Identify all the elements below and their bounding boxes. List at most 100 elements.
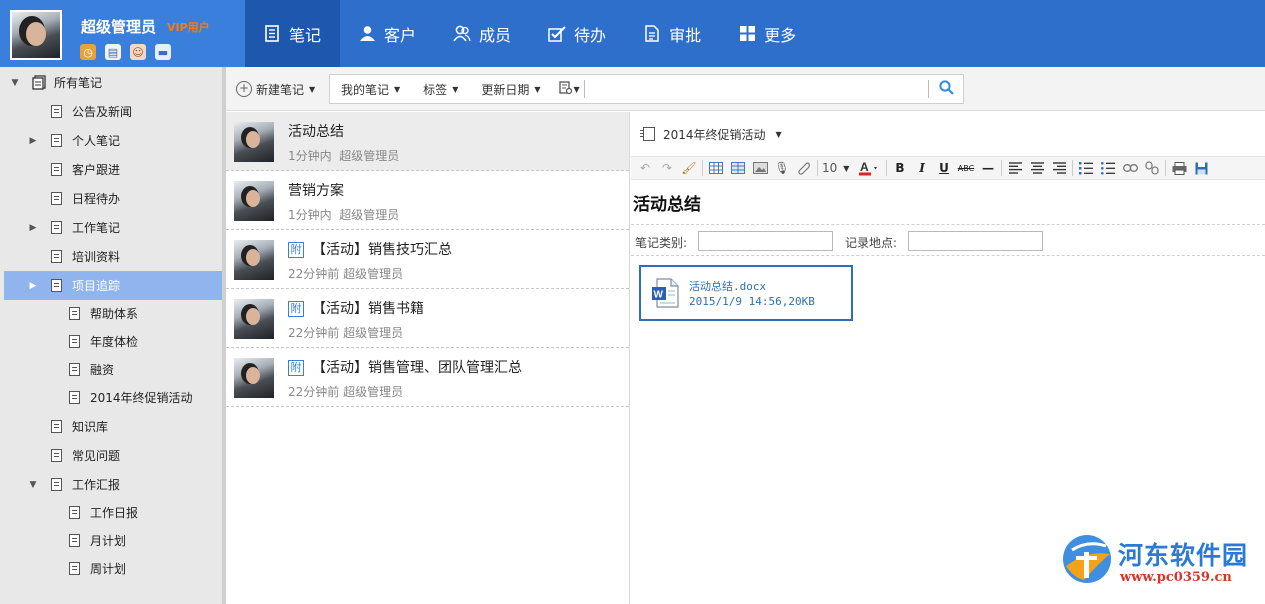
chevron-down-icon: ▼ <box>452 84 459 94</box>
font-size-select[interactable]: 10 ▼ <box>820 158 854 178</box>
todo-check-icon <box>548 25 566 43</box>
align-left-icon[interactable] <box>1004 158 1026 178</box>
expand-arrow-icon[interactable]: ▶ <box>28 281 38 291</box>
note-time: 22分钟前 <box>288 267 340 281</box>
tree-item-schedule[interactable]: 日程待办 <box>4 184 222 213</box>
tree-item-work-reports[interactable]: ▼ 工作汇报 <box>4 470 222 499</box>
new-note-button[interactable]: + 新建笔记 ▼ <box>236 79 315 99</box>
tab-customers[interactable]: 客户 <box>340 0 435 67</box>
notebook-selector[interactable]: 2014年终促销活动 ▼ <box>640 125 782 143</box>
note-title: 【活动】销售技巧汇总 <box>312 242 452 258</box>
new-note-label: 新建笔记 <box>256 82 305 97</box>
note-icon <box>69 307 80 320</box>
tree-item-announcements[interactable]: 公告及新闻 <box>4 97 222 126</box>
tree-item-monthly-plan[interactable]: 月计划 <box>4 526 222 555</box>
my-notes-dropdown[interactable]: 我的笔记 ▼ <box>330 75 412 103</box>
attachment-card[interactable]: W 活动总结.docx 2015/1/9 14:56,20KB <box>639 265 853 321</box>
category-label: 笔记类别: <box>635 236 688 250</box>
tree-label: 年度体检 <box>90 335 139 349</box>
notebook-icon <box>640 127 655 141</box>
tree-item-financing[interactable]: 融资 <box>4 355 222 384</box>
horizontal-rule-icon[interactable]: — <box>977 158 999 178</box>
tree-root-all-notes[interactable]: ▼ 所有笔记 <box>4 68 222 97</box>
insert-table-icon[interactable] <box>705 158 727 178</box>
tab-more[interactable]: 更多 <box>720 0 815 67</box>
expand-arrow-icon[interactable]: ▶ <box>28 223 38 233</box>
tree-item-help-system[interactable]: 帮助体系 <box>4 299 222 328</box>
bullet-list-icon[interactable] <box>1097 158 1119 178</box>
tree-item-annual-checkup[interactable]: 年度体检 <box>4 327 222 356</box>
unlink-icon[interactable] <box>1141 158 1163 178</box>
tab-members[interactable]: 成员 <box>435 0 530 67</box>
alarm-clock-icon[interactable]: ◷ <box>80 44 96 60</box>
user-avatar[interactable] <box>10 10 62 60</box>
tree-label: 帮助体系 <box>90 307 139 321</box>
location-field[interactable] <box>908 231 1043 251</box>
note-list-item[interactable]: 营销方案 1分钟内 超级管理员 <box>226 171 629 230</box>
strikethrough-icon[interactable]: ABC <box>955 158 977 178</box>
search-scope-icon <box>558 80 573 98</box>
watermark-url: www.pc0359.cn <box>1120 570 1232 585</box>
note-list-item[interactable]: 活动总结 1分钟内 超级管理员 <box>226 112 629 171</box>
insert-image-icon[interactable] <box>749 158 771 178</box>
tree-item-work-notes[interactable]: ▶ 工作笔记 <box>4 213 222 242</box>
search-input[interactable] <box>602 79 928 99</box>
notebook-icon[interactable]: ▤ <box>105 44 121 60</box>
tree-item-personal[interactable]: ▶ 个人笔记 <box>4 126 222 155</box>
tree-item-training[interactable]: 培训资料 <box>4 242 222 271</box>
note-time: 1分钟内 <box>288 208 332 222</box>
align-right-icon[interactable] <box>1048 158 1070 178</box>
tab-todo[interactable]: 待办 <box>530 0 625 67</box>
bold-icon[interactable]: B <box>889 158 911 178</box>
site-watermark: 河东软件园 www.pc0359.cn <box>1060 532 1260 592</box>
note-icon <box>51 163 62 176</box>
italic-icon[interactable]: I <box>911 158 933 178</box>
note-title: 活动总结 <box>288 124 344 140</box>
numbered-list-icon[interactable] <box>1075 158 1097 178</box>
contact-icon[interactable]: ☺ <box>130 44 146 60</box>
tab-label: 成员 <box>479 25 512 45</box>
chevron-down-icon: ▼ <box>843 163 850 173</box>
tree-item-2014-promo[interactable]: 2014年终促销活动 <box>4 383 222 412</box>
print-icon[interactable] <box>1168 158 1190 178</box>
collapse-arrow-icon[interactable]: ▼ <box>10 78 20 88</box>
collapse-arrow-icon[interactable]: ▼ <box>28 480 38 490</box>
tree-label: 周计划 <box>90 562 127 576</box>
tags-dropdown[interactable]: 标签 ▼ <box>412 75 470 103</box>
table-grid-icon[interactable] <box>727 158 749 178</box>
tab-approval[interactable]: 审批 <box>625 0 720 67</box>
search-button[interactable] <box>933 78 959 100</box>
tree-item-project-tracking[interactable]: ▶ 项目追踪 <box>4 271 222 300</box>
tree-label: 培训资料 <box>72 250 121 264</box>
tree-item-weekly-plan[interactable]: 周计划 <box>4 554 222 583</box>
format-brush-icon[interactable]: 🖌 <box>678 158 700 178</box>
chevron-down-icon: ▼ <box>775 129 782 139</box>
app-header: 超级管理员 VIP用户 ◷ ▤ ☺ ▬ 笔记 客户 成员 待办 审批 更多 <box>0 0 1265 67</box>
link-icon[interactable] <box>1119 158 1141 178</box>
divider <box>817 160 818 176</box>
expand-arrow-icon[interactable]: ▶ <box>28 136 38 146</box>
tree-item-faq[interactable]: 常见问题 <box>4 441 222 470</box>
note-icon <box>69 335 80 348</box>
tree-item-knowledge-base[interactable]: 知识库 <box>4 412 222 441</box>
font-color-icon[interactable]: A <box>854 158 884 178</box>
sort-dropdown[interactable]: 更新日期 ▼ <box>470 75 552 103</box>
note-author: 超级管理员 <box>339 149 400 163</box>
redo-icon[interactable]: ↷ <box>656 158 678 178</box>
tab-notes[interactable]: 笔记 <box>245 0 341 67</box>
note-list-item[interactable]: 附【活动】销售技巧汇总 22分钟前 超级管理员 <box>226 230 629 289</box>
underline-icon[interactable]: U <box>933 158 955 178</box>
tree-item-customer-followup[interactable]: 客户跟进 <box>4 155 222 184</box>
tree-item-daily-report[interactable]: 工作日报 <box>4 498 222 527</box>
undo-icon[interactable]: ↶ <box>634 158 656 178</box>
note-list-item[interactable]: 附【活动】销售书籍 22分钟前 超级管理员 <box>226 289 629 348</box>
chat-icon[interactable]: ▬ <box>155 44 171 60</box>
search-scope-dropdown[interactable]: ▼ <box>553 75 584 103</box>
category-field[interactable] <box>698 231 833 251</box>
note-title-heading[interactable]: 活动总结 <box>633 190 701 215</box>
note-list-item[interactable]: 附【活动】销售管理、团队管理汇总 22分钟前 超级管理员 <box>226 348 629 407</box>
save-icon[interactable] <box>1190 158 1212 178</box>
paperclip-icon[interactable] <box>793 158 815 178</box>
align-center-icon[interactable] <box>1026 158 1048 178</box>
microphone-icon[interactable]: 🎙 <box>771 158 793 178</box>
